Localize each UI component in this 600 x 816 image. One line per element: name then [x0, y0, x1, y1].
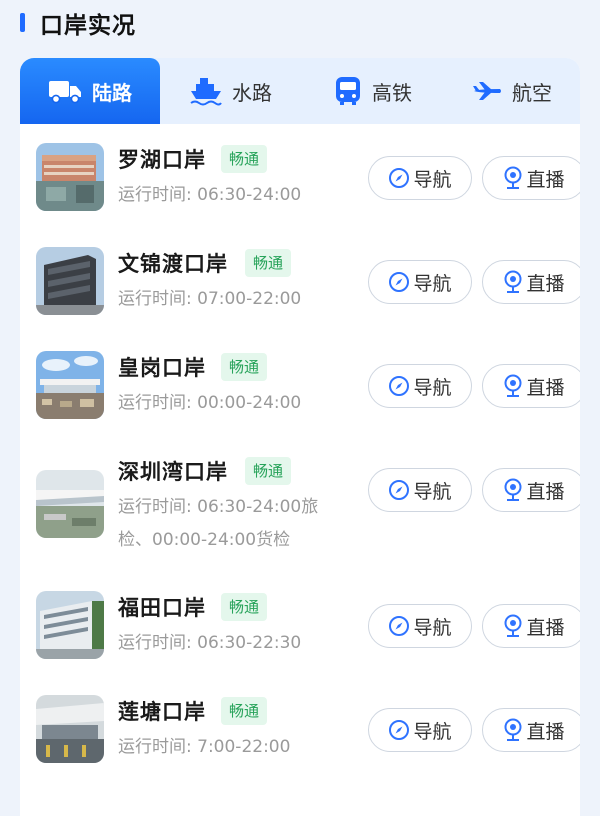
live-button[interactable]: 直播 [482, 156, 580, 200]
camera-pin-icon [503, 270, 523, 294]
navigate-label: 导航 [413, 720, 452, 743]
compass-icon [388, 167, 410, 189]
port-photo [36, 351, 104, 419]
navigate-label: 导航 [413, 480, 452, 503]
airplane-icon [472, 80, 502, 102]
compass-icon [388, 271, 410, 293]
port-photo [36, 695, 104, 763]
camera-pin-icon [503, 614, 523, 638]
title-accent-bar [20, 13, 25, 32]
navigate-label: 导航 [413, 272, 452, 295]
tab-bar: 陆路 水路 高铁 航空 [20, 58, 580, 124]
operating-hours: 运行时间: 06:30-24:00 [118, 185, 302, 205]
port-row[interactable]: 莲塘口岸 畅通 运行时间: 7:00-22:00 导航 直播 [20, 678, 580, 782]
operating-hours: 运行时间: 06:30-22:30 [118, 633, 302, 653]
tab-label: 航空 [512, 80, 552, 105]
live-label: 直播 [526, 272, 565, 295]
tab-label: 高铁 [372, 80, 412, 105]
port-photo [36, 591, 104, 659]
navigate-label: 导航 [413, 168, 452, 191]
train-icon [334, 76, 362, 106]
port-card: 陆路 水路 高铁 航空 罗湖口岸 畅通 运行时间: 06:30-24:00 导航… [20, 58, 580, 816]
live-label: 直播 [526, 376, 565, 399]
port-row[interactable]: 深圳湾口岸 畅通 运行时间: 06:30-24:00旅检、00:00-24:00… [20, 436, 580, 574]
live-button[interactable]: 直播 [482, 604, 580, 648]
navigate-button[interactable]: 导航 [368, 156, 472, 200]
navigate-button[interactable]: 导航 [368, 260, 472, 304]
live-button[interactable]: 直播 [482, 364, 580, 408]
truck-icon [48, 78, 82, 104]
navigate-button[interactable]: 导航 [368, 708, 472, 752]
status-badge: 畅通 [245, 457, 292, 485]
tab-air[interactable]: 航空 [444, 58, 580, 124]
compass-icon [388, 719, 410, 741]
navigate-button[interactable]: 导航 [368, 364, 472, 408]
compass-icon [388, 375, 410, 397]
tab-label: 水路 [232, 80, 272, 105]
live-button[interactable]: 直播 [482, 260, 580, 304]
operating-hours: 运行时间: 06:30-24:00旅检、00:00-24:00货检 [118, 497, 319, 550]
live-label: 直播 [526, 168, 565, 191]
live-label: 直播 [526, 616, 565, 639]
status-badge: 畅通 [245, 249, 292, 277]
status-badge: 畅通 [221, 353, 268, 381]
navigate-label: 导航 [413, 376, 452, 399]
live-label: 直播 [526, 480, 565, 503]
camera-pin-icon [503, 374, 523, 398]
live-button[interactable]: 直播 [482, 708, 580, 752]
camera-pin-icon [503, 166, 523, 190]
operating-hours: 运行时间: 07:00-22:00 [118, 289, 302, 309]
port-name: 罗湖口岸 [118, 148, 206, 172]
port-photo [36, 247, 104, 315]
ship-icon [190, 76, 222, 106]
navigate-button[interactable]: 导航 [368, 604, 472, 648]
live-label: 直播 [526, 720, 565, 743]
port-photo [36, 143, 104, 211]
compass-icon [388, 479, 410, 501]
port-row[interactable]: 罗湖口岸 畅通 运行时间: 06:30-24:00 导航 直播 [20, 124, 580, 228]
camera-pin-icon [503, 478, 523, 502]
status-badge: 畅通 [221, 697, 268, 725]
tab-land[interactable]: 陆路 [20, 58, 160, 124]
port-row[interactable]: 皇岗口岸 畅通 运行时间: 00:00-24:00 导航 直播 [20, 332, 580, 436]
tab-rail[interactable]: 高铁 [302, 58, 444, 124]
tab-label: 陆路 [92, 80, 132, 105]
live-button[interactable]: 直播 [482, 468, 580, 512]
port-name: 莲塘口岸 [118, 700, 206, 724]
navigate-button[interactable]: 导航 [368, 468, 472, 512]
section-header: 口岸实况 [0, 0, 600, 46]
port-row[interactable]: 文锦渡口岸 畅通 运行时间: 07:00-22:00 导航 直播 [20, 228, 580, 332]
port-row[interactable]: 福田口岸 畅通 运行时间: 06:30-22:30 导航 直播 [20, 574, 580, 678]
status-badge: 畅通 [221, 145, 268, 173]
operating-hours: 运行时间: 00:00-24:00 [118, 393, 302, 413]
port-name: 深圳湾口岸 [118, 460, 228, 484]
port-photo [36, 470, 104, 538]
status-badge: 畅通 [221, 593, 268, 621]
section-title: 口岸实况 [40, 13, 136, 39]
operating-hours: 运行时间: 7:00-22:00 [118, 737, 291, 757]
camera-pin-icon [503, 718, 523, 742]
port-name: 福田口岸 [118, 596, 206, 620]
navigate-label: 导航 [413, 616, 452, 639]
port-name: 文锦渡口岸 [118, 252, 228, 276]
port-name: 皇岗口岸 [118, 356, 206, 380]
compass-icon [388, 615, 410, 637]
tab-water[interactable]: 水路 [160, 58, 302, 124]
